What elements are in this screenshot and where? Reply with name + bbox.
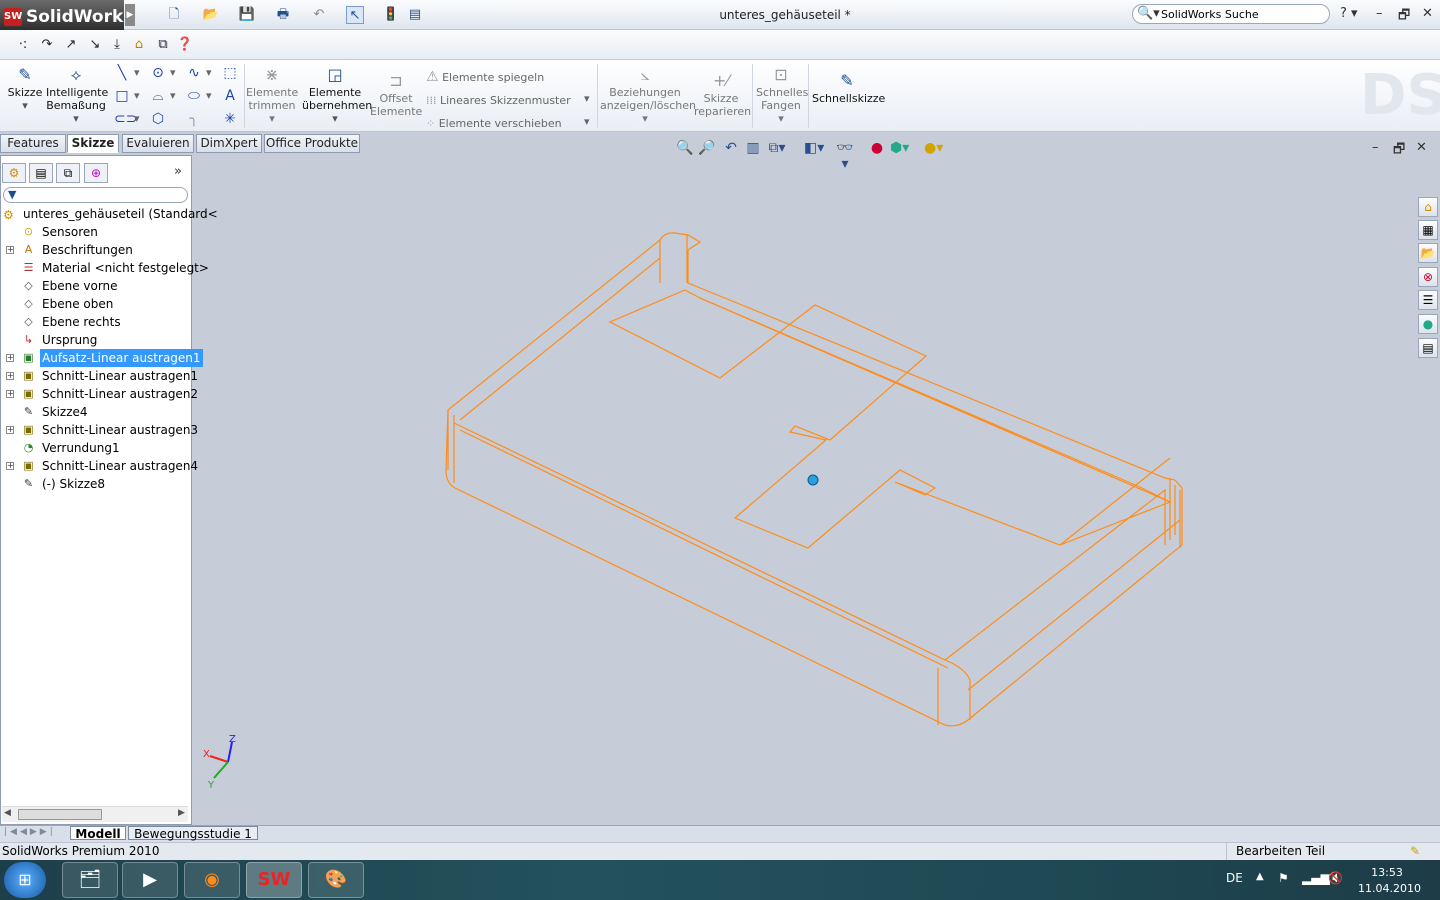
triad-y-label: Y	[207, 780, 215, 791]
tree-item[interactable]: ◇ Ebene vorne	[0, 277, 192, 295]
media-player-taskbar-icon[interactable]: ▶	[122, 862, 178, 898]
status-mode: Bearbeiten Teil	[1236, 844, 1326, 858]
tree-item-label: Ursprung	[42, 333, 98, 347]
dimxpert-manager-tab-icon[interactable]: ⊕	[84, 163, 108, 183]
expand-toggle-icon[interactable]: +	[6, 354, 14, 362]
tree-item[interactable]: + ▣ Schnitt-Linear austragen2	[0, 385, 198, 403]
sketch-icon: ✎	[23, 477, 34, 490]
tree-item-label: Ebene oben	[42, 297, 114, 311]
tree-item[interactable]: ✎ (-) Skizze8	[0, 475, 192, 493]
view-palette-icon[interactable]: ☰	[1418, 290, 1438, 310]
paint-taskbar-icon[interactable]: 🎨	[308, 862, 364, 898]
tree-item-label: Schnitt-Linear austragen2	[42, 387, 199, 401]
custom-properties-icon[interactable]: ▤	[1418, 338, 1438, 358]
expand-toggle-icon[interactable]: +	[6, 390, 14, 398]
tree-item[interactable]: + ▣ Schnitt-Linear austragen1	[0, 367, 198, 385]
plane-icon: ◇	[24, 297, 33, 310]
tree-item-label: Schnitt-Linear austragen3	[42, 423, 199, 437]
tree-item-label: (-) Skizze8	[42, 477, 106, 491]
tree-item-label: Material <nicht festgelegt>	[42, 261, 209, 275]
tree-item-label: Verrundung1	[42, 441, 120, 455]
scroll-thumb[interactable]	[18, 809, 102, 820]
extrude-icon: ▣	[23, 351, 34, 364]
plane-icon: ◇	[24, 279, 33, 292]
tree-item-label: Schnitt-Linear austragen4	[42, 459, 199, 473]
tree-item-label: Sensoren	[42, 225, 98, 239]
triad-z-label: Z	[229, 734, 236, 745]
annotation-icon: A	[24, 243, 33, 256]
rotation-center-marker	[807, 474, 819, 486]
tab-modell[interactable]: Modell	[70, 826, 126, 841]
clock-date: 11.04.2010	[1358, 882, 1421, 895]
property-manager-tab-icon[interactable]: ▤	[29, 163, 53, 183]
material-icon: ☰	[23, 261, 34, 274]
status-product: SolidWorks Premium 2010	[2, 844, 160, 858]
cut-extrude-icon: ▣	[23, 369, 34, 382]
axis-triad: Z X Y	[203, 734, 236, 791]
solidworks-resources-icon[interactable]: ⌂	[1418, 197, 1438, 217]
firefox-taskbar-icon[interactable]: ◉	[184, 862, 240, 898]
sensor-icon: ⊙	[23, 225, 34, 238]
clock-time: 13:53	[1371, 866, 1403, 879]
status-bar: SolidWorks Premium 2010 Bearbeiten Teil …	[0, 842, 1440, 860]
rebuild-status-icon: ✎	[1410, 844, 1421, 858]
tree-item-label: Ebene vorne	[42, 279, 118, 293]
solidworks-taskbar-icon[interactable]: SW	[246, 862, 302, 898]
scroll-left-icon[interactable]: ◀	[4, 808, 11, 818]
tree-item[interactable]: ✎ Skizze4	[0, 403, 192, 421]
tree-item-label: Schnitt-Linear austragen1	[42, 369, 199, 383]
tree-filter-input[interactable]: ▼	[3, 187, 188, 203]
language-indicator[interactable]: DE	[1226, 871, 1243, 885]
scroll-right-icon[interactable]: ▶	[178, 808, 185, 818]
explorer-taskbar-icon[interactable]: 🗂	[62, 862, 118, 898]
volume-muted-icon[interactable]: 🔇	[1328, 871, 1343, 885]
configuration-manager-tab-icon[interactable]: ⧉	[56, 163, 80, 183]
action-center-flag-icon[interactable]: ⚑	[1278, 871, 1289, 885]
tree-item-label: Skizze4	[42, 405, 88, 419]
fillet-icon: ◔	[23, 441, 34, 454]
feature-manager-tab-icon[interactable]: ⚙	[2, 163, 26, 183]
origin-icon: ↳	[23, 333, 34, 346]
graphics-area[interactable]: Z X Y	[0, 0, 1440, 900]
filter-icon: ▼	[8, 188, 17, 201]
cut-extrude-icon: ▣	[23, 423, 34, 436]
appearances-icon[interactable]: ●	[1418, 314, 1438, 334]
tree-item-label: Aufsatz-Linear austragen1	[40, 349, 203, 367]
plane-icon: ◇	[24, 315, 33, 328]
expand-toggle-icon[interactable]: +	[6, 462, 14, 470]
network-icon[interactable]: ▂▄▆	[1302, 871, 1330, 885]
tree-item-label: Beschriftungen	[42, 243, 133, 257]
tree-horizontal-scrollbar[interactable]: ◀ ▶	[2, 806, 188, 822]
tree-item[interactable]: ↳ Ursprung	[0, 331, 192, 349]
tab-nav-arrows[interactable]: |◀◀▶▶|	[4, 827, 56, 837]
tree-item[interactable]: + A Beschriftungen	[0, 241, 192, 259]
expand-toggle-icon[interactable]: +	[6, 426, 14, 434]
show-hidden-icons[interactable]: ▲	[1256, 871, 1264, 882]
tree-item[interactable]: ◇ Ebene rechts	[0, 313, 192, 331]
tab-bewegungsstudie[interactable]: Bewegungsstudie 1	[128, 826, 258, 841]
clock[interactable]: 13:53 11.04.2010	[1358, 866, 1421, 895]
triad-x-label: X	[203, 749, 210, 760]
tree-item[interactable]: ◇ Ebene oben	[0, 295, 192, 313]
tree-item[interactable]: + ▣ Aufsatz-Linear austragen1	[0, 349, 203, 367]
expand-toggle-icon[interactable]: +	[6, 372, 14, 380]
part-icon: ⚙	[3, 208, 14, 222]
cut-extrude-icon: ▣	[23, 387, 34, 400]
tree-item-label: Ebene rechts	[42, 315, 121, 329]
tree-item[interactable]: + ▣ Schnitt-Linear austragen3	[0, 421, 198, 439]
sketch-icon: ✎	[23, 405, 34, 418]
file-explorer-icon[interactable]: 📂	[1418, 243, 1438, 263]
search-results-icon[interactable]: ⊗	[1418, 267, 1438, 287]
tree-root[interactable]: ⚙ unteres_gehäuseteil (Standard<	[0, 205, 218, 223]
tree-item[interactable]: ◔ Verrundung1	[0, 439, 192, 457]
tree-item[interactable]: ☰ Material <nicht festgelegt>	[0, 259, 209, 277]
cut-extrude-icon: ▣	[23, 459, 34, 472]
start-button[interactable]: ⊞	[4, 862, 46, 898]
tree-item[interactable]: ⊙ Sensoren	[0, 223, 192, 241]
expand-toggle-icon[interactable]: +	[6, 246, 14, 254]
tree-item[interactable]: + ▣ Schnitt-Linear austragen4	[0, 457, 198, 475]
expand-panel-icon[interactable]: »	[174, 164, 182, 179]
design-library-icon[interactable]: ▦	[1418, 220, 1438, 240]
